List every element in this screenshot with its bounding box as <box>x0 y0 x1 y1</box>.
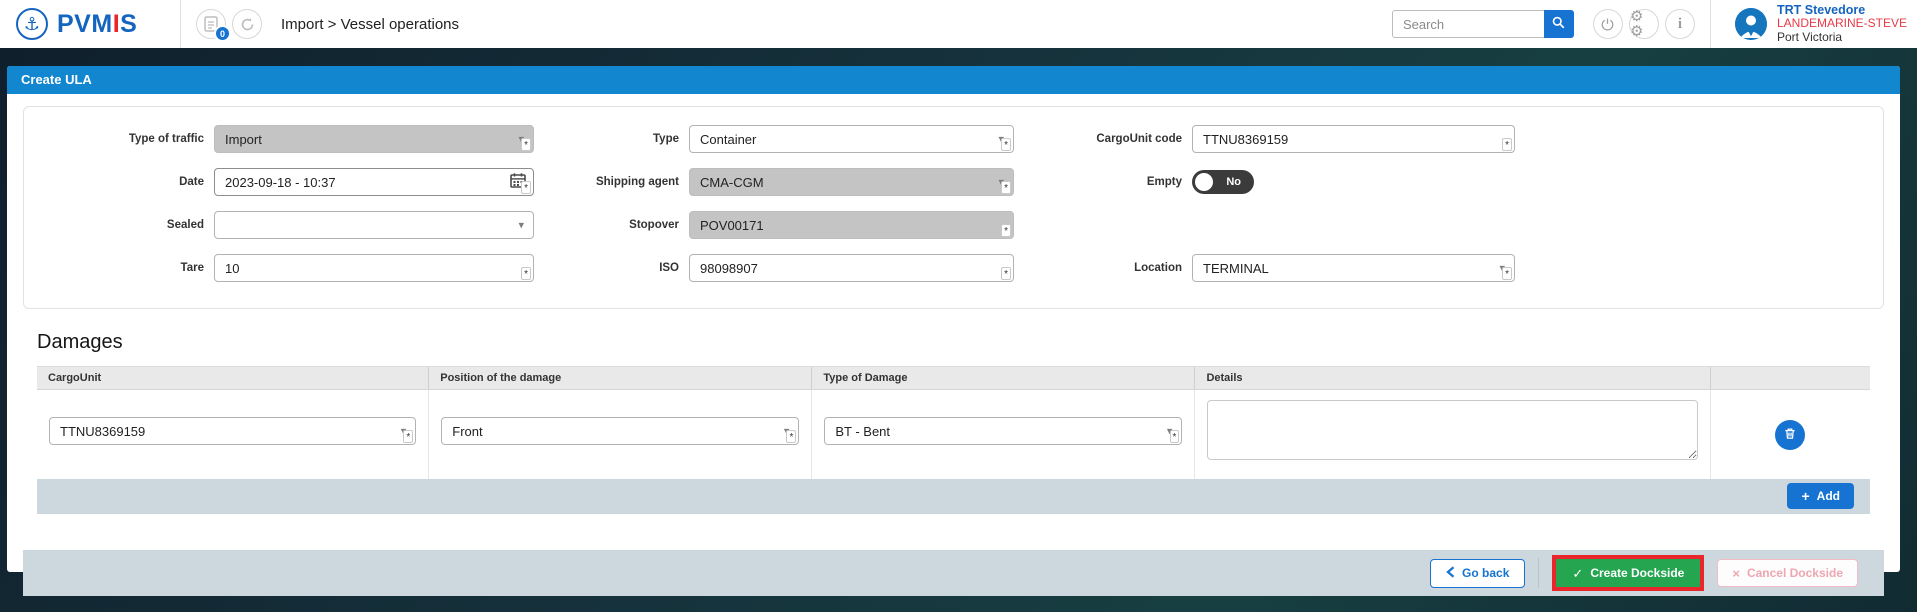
shipping-agent-label: Shipping agent <box>544 176 679 188</box>
required-mark: * <box>1001 224 1011 237</box>
modal-title: Create ULA <box>7 66 1900 94</box>
annotation-highlight: ✓ Create Dockside <box>1552 555 1704 591</box>
required-mark: * <box>1001 181 1011 194</box>
user-name: LANDEMARINE-STEVE <box>1777 17 1907 31</box>
damage-cargounit-select[interactable]: TTNU8369159 ▾ * <box>49 417 416 445</box>
search-bar <box>1392 10 1574 38</box>
type-label: Type <box>544 133 679 145</box>
ula-form: Type of traffic Import ▾ * Type Containe… <box>23 106 1884 309</box>
badge-count: 0 <box>214 25 231 42</box>
search-button[interactable] <box>1544 10 1574 38</box>
damages-heading: Damages <box>37 331 1870 354</box>
required-mark: * <box>1170 430 1180 443</box>
user-company: TRT Stevedore <box>1777 4 1907 18</box>
avatar <box>1735 8 1767 40</box>
location-select[interactable]: TERMINAL ▾ * <box>1192 254 1515 282</box>
required-mark: * <box>1001 267 1011 280</box>
user-block[interactable]: TRT Stevedore LANDEMARINE-STEVE Port Vic… <box>1735 4 1907 45</box>
empty-cell <box>1064 211 1883 239</box>
col-header-actions <box>1711 367 1870 389</box>
toggle-knob <box>1195 173 1213 191</box>
required-mark: * <box>1502 267 1512 280</box>
go-back-button[interactable]: Go back <box>1430 559 1525 588</box>
empty-label: Empty <box>1064 176 1182 188</box>
damage-position-select[interactable]: Front ▾ * <box>441 417 799 445</box>
pvmis-logo: ⚓ PVMIS <box>16 8 176 40</box>
required-mark: * <box>403 430 413 443</box>
date-label: Date <box>24 176 204 188</box>
divider <box>1710 0 1711 48</box>
search-input[interactable] <box>1392 10 1544 38</box>
stopover-label: Stopover <box>544 219 679 231</box>
required-mark: * <box>521 267 531 280</box>
cancel-dockside-button[interactable]: × Cancel Dockside <box>1717 559 1858 587</box>
damages-table-header: CargoUnit Position of the damage Type of… <box>37 366 1870 390</box>
plus-icon: + <box>1801 491 1809 501</box>
refresh-icon <box>240 17 255 32</box>
col-header-type: Type of Damage <box>812 367 1195 389</box>
chevron-down-icon: ▾ <box>518 219 524 232</box>
info-button[interactable]: i <box>1665 9 1695 39</box>
required-mark: * <box>521 138 531 151</box>
app-header: ⚓ PVMIS 0 Import > Vessel operations ⚙ ⚙… <box>0 0 1917 48</box>
location-label: Location <box>1064 262 1182 274</box>
required-mark: * <box>1001 138 1011 151</box>
type-of-traffic-label: Type of traffic <box>24 133 204 145</box>
add-bar: + Add <box>37 479 1870 514</box>
chevron-left-icon <box>1446 566 1455 581</box>
gear-icon: ⚙ ⚙︎ <box>1630 9 1658 39</box>
divider <box>1538 558 1539 588</box>
empty-toggle[interactable]: No <box>1192 170 1254 194</box>
damage-details-textarea[interactable] <box>1207 400 1697 460</box>
refresh-button[interactable] <box>232 9 262 39</box>
required-mark: * <box>521 181 531 194</box>
info-icon: i <box>1678 16 1682 33</box>
tare-label: Tare <box>24 262 204 274</box>
required-mark: * <box>786 430 796 443</box>
damage-type-select[interactable]: BT - Bent ▾ * <box>824 417 1182 445</box>
col-header-position: Position of the damage <box>429 367 812 389</box>
col-header-cargounit: CargoUnit <box>37 367 429 389</box>
delete-damage-button[interactable] <box>1775 420 1805 450</box>
power-icon <box>1600 17 1615 32</box>
create-dockside-button[interactable]: ✓ Create Dockside <box>1556 559 1700 587</box>
anchor-icon: ⚓ <box>16 8 48 40</box>
cargounit-code-label: CargoUnit code <box>1064 133 1182 145</box>
iso-label: ISO <box>544 262 679 274</box>
search-icon <box>1551 15 1566 33</box>
tare-input[interactable]: 10 * <box>214 254 534 282</box>
modal-footer: Go back ✓ Create Dockside × Cancel Docks… <box>23 550 1884 596</box>
create-ula-modal: Create ULA Type of traffic Import ▾ * Ty… <box>7 66 1900 572</box>
damage-row: TTNU8369159 ▾ * Front ▾ * BT - Bent <box>37 390 1870 479</box>
logout-button[interactable] <box>1593 9 1623 39</box>
breadcrumb: Import > Vessel operations <box>281 16 459 33</box>
toggle-state: No <box>1226 176 1241 188</box>
check-icon: ✓ <box>1572 568 1583 579</box>
required-mark: * <box>1502 138 1512 151</box>
date-input[interactable]: 2023-09-18 - 10:37 * <box>214 168 534 196</box>
user-port: Port Victoria <box>1777 31 1907 45</box>
iso-input[interactable]: 98098907 * <box>689 254 1014 282</box>
tasks-button[interactable]: 0 <box>196 9 226 39</box>
cargounit-code-input[interactable]: TTNU8369159 * <box>1192 125 1515 153</box>
shipping-agent-select[interactable]: CMA-CGM ▾ * <box>689 168 1014 196</box>
x-icon: × <box>1732 568 1740 579</box>
sealed-label: Sealed <box>24 219 204 231</box>
sealed-select[interactable]: ▾ <box>214 211 534 239</box>
divider <box>180 0 181 48</box>
trash-icon <box>1783 426 1797 444</box>
damages-table: CargoUnit Position of the damage Type of… <box>37 366 1870 514</box>
type-select[interactable]: Container ▾ * <box>689 125 1014 153</box>
pvmis-logo-text: PVMIS <box>57 10 137 39</box>
type-of-traffic-select[interactable]: Import ▾ * <box>214 125 534 153</box>
col-header-details: Details <box>1195 367 1710 389</box>
stopover-input[interactable]: POV00171 * <box>689 211 1014 239</box>
settings-button[interactable]: ⚙ ⚙︎ <box>1629 9 1659 39</box>
add-damage-button[interactable]: + Add <box>1787 483 1854 509</box>
